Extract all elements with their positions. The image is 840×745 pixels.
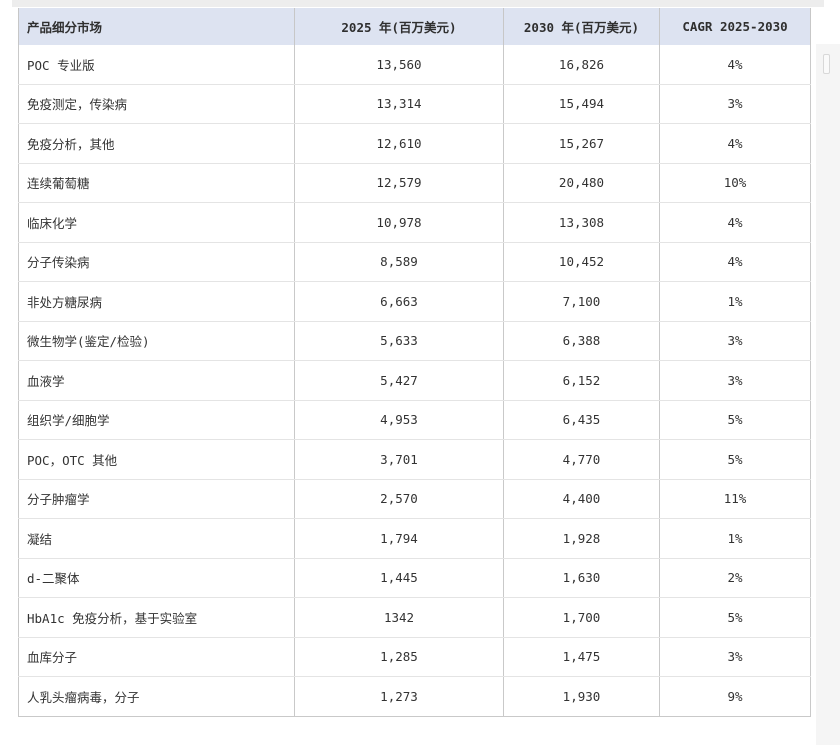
segment-cell: 凝结 bbox=[18, 518, 295, 559]
segment-cell: 组织学/细胞学 bbox=[18, 400, 295, 440]
cagr-cell: 1% bbox=[659, 518, 811, 559]
value-2025-cell: 1,445 bbox=[294, 558, 504, 598]
header-cagr: CAGR 2025-2030 bbox=[659, 8, 811, 45]
table-row: 分子肿瘤学 2,570 4,400 11% bbox=[18, 479, 811, 519]
table-row: 血库分子 1,285 1,475 3% bbox=[18, 637, 811, 677]
cagr-cell: 10% bbox=[659, 163, 811, 203]
value-2025-cell: 13,314 bbox=[294, 84, 504, 124]
segment-cell: POC，OTC 其他 bbox=[18, 439, 295, 480]
value-2025-cell: 1,273 bbox=[294, 676, 504, 717]
cagr-cell: 4% bbox=[659, 242, 811, 282]
table-row: 非处方糖尿病 6,663 7,100 1% bbox=[18, 281, 811, 322]
table-row: 分子传染病 8,589 10,452 4% bbox=[18, 242, 811, 282]
value-2030-cell: 6,388 bbox=[503, 321, 660, 361]
cagr-cell: 5% bbox=[659, 400, 811, 440]
cagr-cell: 9% bbox=[659, 676, 811, 717]
header-segment: 产品细分市场 bbox=[18, 8, 295, 45]
table-row: 凝结 1,794 1,928 1% bbox=[18, 518, 811, 559]
segment-cell: d-二聚体 bbox=[18, 558, 295, 598]
cagr-cell: 3% bbox=[659, 637, 811, 677]
cagr-cell: 3% bbox=[659, 321, 811, 361]
table-row: 免疫分析，其他 12,610 15,267 4% bbox=[18, 123, 811, 164]
right-side-panel bbox=[816, 44, 840, 745]
value-2025-cell: 3,701 bbox=[294, 439, 504, 480]
value-2030-cell: 4,770 bbox=[503, 439, 660, 480]
value-2030-cell: 15,494 bbox=[503, 84, 660, 124]
cagr-cell: 4% bbox=[659, 45, 811, 85]
segment-cell: HbA1c 免疫分析，基于实验室 bbox=[18, 597, 295, 638]
table-row: 临床化学 10,978 13,308 4% bbox=[18, 202, 811, 243]
value-2030-cell: 6,152 bbox=[503, 360, 660, 401]
value-2030-cell: 10,452 bbox=[503, 242, 660, 282]
table-row: POC 专业版 13,560 16,826 4% bbox=[18, 45, 811, 85]
value-2025-cell: 4,953 bbox=[294, 400, 504, 440]
table-row: HbA1c 免疫分析，基于实验室 1342 1,700 5% bbox=[18, 597, 811, 638]
top-strip bbox=[12, 0, 824, 7]
cagr-cell: 4% bbox=[659, 123, 811, 164]
cagr-cell: 11% bbox=[659, 479, 811, 519]
cagr-cell: 3% bbox=[659, 360, 811, 401]
value-2030-cell: 1,930 bbox=[503, 676, 660, 717]
segment-cell: 人乳头瘤病毒，分子 bbox=[18, 676, 295, 717]
value-2030-cell: 20,480 bbox=[503, 163, 660, 203]
cagr-cell: 2% bbox=[659, 558, 811, 598]
value-2030-cell: 13,308 bbox=[503, 202, 660, 243]
segment-cell: 血液学 bbox=[18, 360, 295, 401]
value-2025-cell: 12,610 bbox=[294, 123, 504, 164]
table-row: d-二聚体 1,445 1,630 2% bbox=[18, 558, 811, 598]
segment-cell: 免疫分析，其他 bbox=[18, 123, 295, 164]
value-2025-cell: 1342 bbox=[294, 597, 504, 638]
segment-cell: 血库分子 bbox=[18, 637, 295, 677]
value-2030-cell: 7,100 bbox=[503, 281, 660, 322]
table-row: 免疫测定，传染病 13,314 15,494 3% bbox=[18, 84, 811, 124]
table-row: POC，OTC 其他 3,701 4,770 5% bbox=[18, 439, 811, 480]
table-row: 人乳头瘤病毒，分子 1,273 1,930 9% bbox=[18, 676, 811, 717]
value-2030-cell: 1,630 bbox=[503, 558, 660, 598]
value-2030-cell: 4,400 bbox=[503, 479, 660, 519]
market-segment-table-container: 产品细分市场 2025 年(百万美元) 2030 年(百万美元) CAGR 20… bbox=[18, 8, 811, 717]
value-2025-cell: 12,579 bbox=[294, 163, 504, 203]
value-2030-cell: 6,435 bbox=[503, 400, 660, 440]
value-2025-cell: 13,560 bbox=[294, 45, 504, 85]
value-2025-cell: 8,589 bbox=[294, 242, 504, 282]
table-row: 微生物学(鉴定/检验) 5,633 6,388 3% bbox=[18, 321, 811, 361]
cagr-cell: 4% bbox=[659, 202, 811, 243]
segment-cell: 连续葡萄糖 bbox=[18, 163, 295, 203]
table-row: 连续葡萄糖 12,579 20,480 10% bbox=[18, 163, 811, 203]
value-2030-cell: 15,267 bbox=[503, 123, 660, 164]
segment-cell: 微生物学(鉴定/检验) bbox=[18, 321, 295, 361]
segment-cell: 免疫测定，传染病 bbox=[18, 84, 295, 124]
segment-cell: POC 专业版 bbox=[18, 45, 295, 85]
segment-cell: 分子传染病 bbox=[18, 242, 295, 282]
table-header-row: 产品细分市场 2025 年(百万美元) 2030 年(百万美元) CAGR 20… bbox=[18, 8, 811, 45]
cagr-cell: 5% bbox=[659, 597, 811, 638]
value-2025-cell: 2,570 bbox=[294, 479, 504, 519]
value-2030-cell: 16,826 bbox=[503, 45, 660, 85]
table-row: 血液学 5,427 6,152 3% bbox=[18, 360, 811, 401]
value-2030-cell: 1,928 bbox=[503, 518, 660, 559]
cagr-cell: 1% bbox=[659, 281, 811, 322]
segment-cell: 分子肿瘤学 bbox=[18, 479, 295, 519]
value-2030-cell: 1,700 bbox=[503, 597, 660, 638]
market-segment-table: 产品细分市场 2025 年(百万美元) 2030 年(百万美元) CAGR 20… bbox=[18, 8, 811, 717]
scroll-handle[interactable] bbox=[823, 54, 830, 74]
segment-cell: 临床化学 bbox=[18, 202, 295, 243]
value-2030-cell: 1,475 bbox=[503, 637, 660, 677]
cagr-cell: 3% bbox=[659, 84, 811, 124]
cagr-cell: 5% bbox=[659, 439, 811, 480]
value-2025-cell: 5,633 bbox=[294, 321, 504, 361]
header-2030: 2030 年(百万美元) bbox=[503, 8, 660, 45]
table-body: POC 专业版 13,560 16,826 4% 免疫测定，传染病 13,314… bbox=[18, 45, 811, 717]
value-2025-cell: 6,663 bbox=[294, 281, 504, 322]
value-2025-cell: 1,285 bbox=[294, 637, 504, 677]
value-2025-cell: 10,978 bbox=[294, 202, 504, 243]
segment-cell: 非处方糖尿病 bbox=[18, 281, 295, 322]
header-2025: 2025 年(百万美元) bbox=[294, 8, 504, 45]
table-row: 组织学/细胞学 4,953 6,435 5% bbox=[18, 400, 811, 440]
value-2025-cell: 1,794 bbox=[294, 518, 504, 559]
value-2025-cell: 5,427 bbox=[294, 360, 504, 401]
